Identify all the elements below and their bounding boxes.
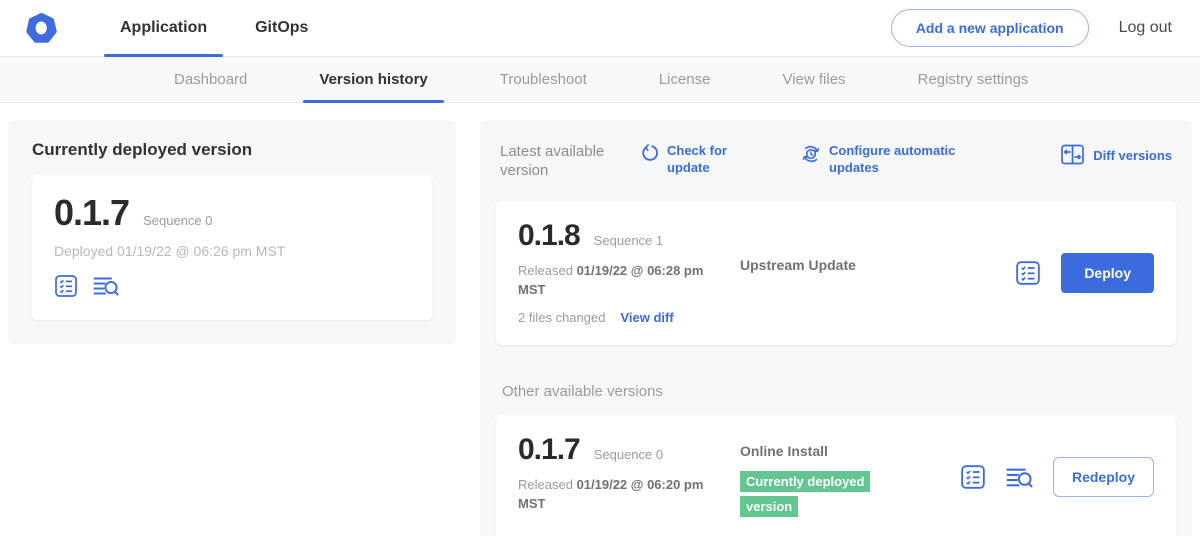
app-logo-icon[interactable] [25,12,58,45]
other-version-number: 0.1.7 [518,435,580,465]
latest-sequence-label: Sequence 1 [594,233,663,248]
available-versions-panel: Latest available version Check for updat… [480,120,1192,536]
other-sequence-label: Sequence 0 [594,447,663,462]
refresh-icon [640,143,659,168]
preflight-checks-icon[interactable] [960,464,986,490]
deploy-button[interactable]: Deploy [1061,253,1154,293]
available-panel-header: Latest available version Check for updat… [496,136,1176,181]
deployed-date: Deployed 01/19/22 @ 06:26 pm MST [54,243,410,259]
latest-version-card: 0.1.8 Sequence 1 Released 01/19/22 @ 06:… [496,201,1176,345]
tab-gitops[interactable]: GitOps [231,0,332,56]
subnav-item-troubleshoot[interactable]: Troubleshoot [464,57,623,102]
diff-icon [1060,143,1085,170]
redeploy-button[interactable]: Redeploy [1053,457,1154,497]
preflight-checks-icon[interactable] [54,274,78,298]
view-diff-link[interactable]: View diff [620,310,673,325]
currently-deployed-badge: Currently deployed version [740,471,870,518]
other-released-date: Released 01/19/22 @ 06:20 pm MST [518,475,708,514]
configure-automatic-updates-label: Configure automatic updates [829,143,957,177]
subnav-item-license[interactable]: License [623,57,747,102]
subnav-item-view-files[interactable]: View files [746,57,881,102]
currently-deployed-panel: Currently deployed version 0.1.7 Sequenc… [8,120,456,344]
deployed-version-card: 0.1.7 Sequence 0 Deployed 01/19/22 @ 06:… [32,175,432,320]
top-nav-tabs: Application GitOps [96,0,332,56]
tab-application[interactable]: Application [96,0,231,56]
check-for-update-link[interactable]: Check for update [640,143,801,177]
deploy-logs-icon[interactable] [1006,465,1033,490]
other-version-card: 0.1.7 Sequence 0 Released 01/19/22 @ 06:… [496,415,1176,536]
latest-version-number: 0.1.8 [518,221,580,251]
subnav-item-dashboard[interactable]: Dashboard [138,57,283,102]
logout-link[interactable]: Log out [1119,19,1172,37]
other-available-versions-title: Other available versions [502,383,1170,400]
currently-deployed-title: Currently deployed version [32,140,432,160]
deployed-sequence-label: Sequence 0 [143,213,212,228]
top-nav: Application GitOps Add a new application… [0,0,1200,57]
other-version-source: Online Install [740,443,960,459]
files-changed-label: 2 files changed [518,310,605,325]
deployed-version-number: 0.1.7 [54,195,129,231]
schedule-update-icon [801,143,821,169]
latest-released-date: Released 01/19/22 @ 06:28 pm MST [518,261,708,300]
preflight-checks-icon[interactable] [1015,260,1041,286]
top-nav-right: Add a new application Log out [891,9,1172,47]
add-new-application-button[interactable]: Add a new application [891,9,1089,47]
latest-available-title: Latest available version [500,143,640,181]
subnav-item-registry-settings[interactable]: Registry settings [882,57,1065,102]
subnav-item-version-history[interactable]: Version history [283,57,463,102]
diff-versions-link[interactable]: Diff versions [1060,143,1172,170]
tab-application-label: Application [120,19,207,37]
latest-version-source: Upstream Update [740,221,1015,325]
sub-nav: Dashboard Version history Troubleshoot L… [0,57,1200,103]
configure-automatic-updates-link[interactable]: Configure automatic updates [801,143,1060,177]
tab-gitops-label: GitOps [255,19,308,37]
diff-versions-label: Diff versions [1093,148,1172,165]
deploy-logs-icon[interactable] [93,274,119,298]
check-for-update-label: Check for update [667,143,739,177]
main-content: Currently deployed version 0.1.7 Sequenc… [0,103,1200,536]
